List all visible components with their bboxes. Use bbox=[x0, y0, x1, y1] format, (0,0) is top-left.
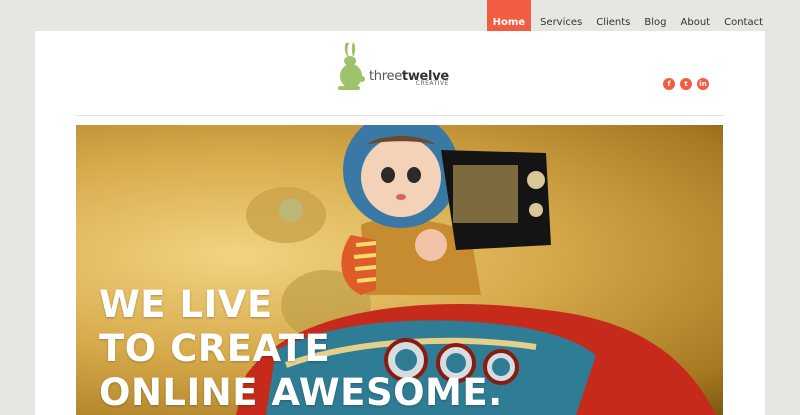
hero-headline: WE LIVE TO CREATE ONLINE AWESOME. bbox=[99, 283, 503, 415]
twitter-icon[interactable]: t bbox=[680, 78, 692, 90]
linkedin-icon[interactable]: in bbox=[697, 78, 709, 90]
hero-line-3: ONLINE AWESOME. bbox=[99, 371, 503, 414]
page-container: threetwelve CREATIVE f t in WE LIVE TO C… bbox=[35, 31, 765, 415]
social-links: f t in bbox=[663, 78, 709, 90]
hero-line-2: TO CREATE bbox=[99, 327, 331, 370]
facebook-icon[interactable]: f bbox=[663, 78, 675, 90]
header-divider bbox=[76, 115, 724, 116]
rabbit-logo-icon bbox=[338, 42, 365, 90]
hero-banner: WE LIVE TO CREATE ONLINE AWESOME. bbox=[76, 125, 723, 415]
logo-word-light: three bbox=[369, 69, 402, 84]
logo-subtitle: CREATIVE bbox=[415, 80, 449, 87]
site-logo[interactable]: threetwelve CREATIVE bbox=[335, 41, 449, 91]
logo-wordmark: threetwelve CREATIVE bbox=[369, 67, 449, 87]
hero-line-1: WE LIVE bbox=[99, 283, 273, 326]
